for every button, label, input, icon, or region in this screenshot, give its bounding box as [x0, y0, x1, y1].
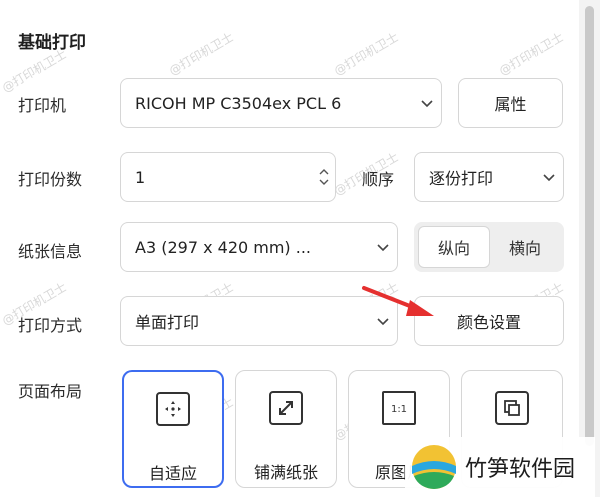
printer-select[interactable]: RICOH MP C3504ex PCL 6: [120, 78, 442, 128]
layout-option-label: 自适应: [148, 464, 197, 483]
orientation-portrait[interactable]: 纵向: [418, 226, 490, 268]
layout-option-fill[interactable]: 铺满纸张: [235, 370, 337, 488]
print-mode-select[interactable]: 单面打印: [120, 296, 398, 346]
chevron-down-icon[interactable]: [319, 178, 329, 186]
copies-value: 1: [135, 167, 146, 187]
chevron-down-icon: [413, 79, 441, 127]
print-mode-value: 单面打印: [135, 313, 200, 332]
brand-name: 竹笋软件园: [465, 457, 576, 482]
print-mode-label: 打印方式: [18, 316, 83, 335]
print-settings-panel: @打印机卫士 @打印机卫士 @打印机卫士 @打印机卫士 @打印机卫士 @打印机卫…: [0, 0, 600, 497]
paper-select[interactable]: A3 (297 x 420 mm) ...: [120, 222, 398, 272]
brand-badge: 竹笋软件园: [405, 437, 595, 497]
chevron-down-icon: [369, 223, 397, 271]
red-arrow-icon: [362, 286, 434, 316]
fit-icon: [156, 392, 190, 426]
copies-label: 打印份数: [18, 170, 83, 189]
paper-label: 纸张信息: [18, 242, 83, 261]
layout-option-fit[interactable]: 自适应: [122, 370, 224, 488]
tile-icon: [495, 391, 529, 425]
properties-button[interactable]: 属性: [458, 78, 563, 128]
orientation-landscape[interactable]: 横向: [490, 226, 560, 268]
watermark-text: @打印机卫士: [331, 29, 401, 78]
order-select-value: 逐份打印: [429, 169, 494, 188]
chevron-up-icon[interactable]: [319, 168, 329, 176]
watermark-text: @打印机卫士: [166, 29, 236, 78]
order-label: 顺序: [362, 170, 395, 189]
layout-option-label: 铺满纸张: [253, 463, 318, 482]
layout-label: 页面布局: [18, 382, 83, 401]
copies-stepper[interactable]: [313, 153, 335, 201]
orientation-toggle: 纵向 横向: [414, 222, 564, 272]
watermark-text: @打印机卫士: [496, 29, 566, 78]
expand-icon: [269, 391, 303, 425]
chevron-down-icon: [535, 153, 563, 201]
order-select[interactable]: 逐份打印: [414, 152, 564, 202]
printer-select-value: RICOH MP C3504ex PCL 6: [135, 93, 342, 113]
svg-text:1:1: 1:1: [391, 404, 407, 415]
printer-label: 打印机: [18, 96, 67, 115]
scrollbar[interactable]: [579, 0, 600, 497]
section-title: 基础打印: [18, 33, 86, 53]
paper-select-value: A3 (297 x 420 mm) ...: [135, 237, 312, 257]
brand-logo-icon: [412, 445, 456, 489]
copies-input[interactable]: 1: [120, 152, 336, 202]
scrollbar-thumb[interactable]: [585, 6, 594, 446]
actual-size-icon: 1:1: [382, 391, 416, 425]
